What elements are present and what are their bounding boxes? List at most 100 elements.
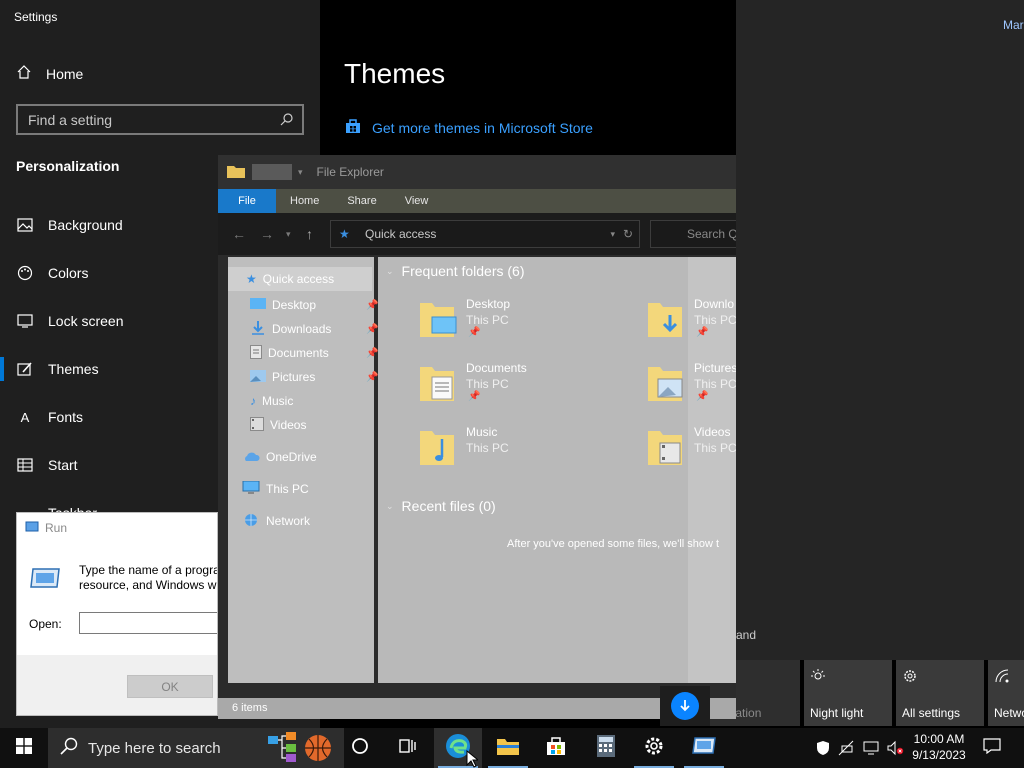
ribbon-tab-view[interactable]: View [391, 189, 443, 213]
notifications-button[interactable] [978, 728, 1006, 768]
nav-desktop[interactable]: Desktop 📌 [250, 295, 378, 315]
taskbar-clock[interactable]: 10:00 AM 9/13/2023 [908, 731, 970, 763]
nav-onedrive[interactable]: OneDrive [242, 447, 317, 467]
explorer-search-box[interactable]: Search Q [650, 220, 736, 248]
music-folder-icon [418, 425, 458, 469]
music-note-icon: ♪ [250, 394, 256, 408]
nav-item-colors[interactable]: Colors [16, 261, 88, 285]
folder-videos[interactable]: Videos This PC [646, 425, 736, 481]
task-view-button[interactable] [384, 728, 432, 768]
address-text: Quick access [365, 227, 437, 241]
settings-window-title: Settings [14, 10, 58, 24]
taskbar-edge[interactable] [434, 728, 482, 768]
tile-night-light[interactable]: Night light [804, 660, 892, 726]
store-themes-link[interactable]: Get more themes in Microsoft Store [344, 117, 593, 138]
nav-label: Quick access [262, 272, 335, 286]
taskbar-file-explorer[interactable] [484, 728, 532, 768]
cortana-button[interactable] [336, 728, 384, 768]
chevron-down-icon[interactable]: ▾ [298, 167, 303, 178]
run-description: Type the name of a progra resource, and … [79, 563, 217, 593]
taskbar-calculator[interactable] [582, 728, 630, 768]
run-open-input[interactable] [79, 612, 217, 634]
download-button[interactable] [660, 686, 710, 726]
home-icon [16, 64, 32, 83]
nav-network[interactable]: Network [242, 511, 310, 531]
recent-files-header[interactable]: ⌄ Recent files (0) [386, 498, 496, 514]
documents-folder-icon [418, 361, 458, 405]
quick-access-toolbar-icon[interactable] [252, 164, 292, 180]
pin-icon: 📌 [468, 391, 481, 402]
folder-downloads[interactable]: Downlo This PC 📌 [646, 297, 736, 353]
nav-item-themes[interactable]: Themes [16, 357, 99, 381]
chevron-down-icon: ⌄ [386, 265, 394, 276]
nav-documents[interactable]: Documents 📌 [250, 343, 378, 363]
tile-all-settings[interactable]: All settings [896, 660, 984, 726]
recent-files-empty-note: After you've opened some files, we'll sh… [507, 538, 720, 550]
home-label: Home [46, 65, 84, 82]
calculator-icon [596, 734, 616, 763]
chevron-down-icon[interactable]: ▾ [610, 221, 615, 247]
ribbon-tab-share[interactable]: Share [333, 189, 390, 213]
nav-label: Downloads [272, 322, 332, 336]
frequent-folders-header[interactable]: ⌄ Frequent folders (6) [386, 263, 525, 279]
refresh-icon[interactable]: ↻ [623, 221, 633, 247]
settings-home-link[interactable]: Home [16, 64, 83, 83]
nav-music[interactable]: ♪ Music [250, 391, 293, 411]
start-button[interactable] [0, 728, 48, 768]
chevron-down-icon[interactable]: ▾ [286, 229, 291, 240]
taskbar-search-box[interactable]: Type here to search [48, 728, 344, 768]
nav-item-lock-screen[interactable]: Lock screen [16, 309, 123, 333]
basketball-icon[interactable] [304, 734, 332, 766]
up-arrow-icon[interactable]: ↑ [306, 226, 313, 242]
pin-icon: 📌 [696, 391, 709, 402]
find-setting-input[interactable] [18, 106, 302, 133]
nav-item-label: Themes [48, 361, 99, 377]
security-tray-icon[interactable] [812, 728, 834, 768]
personalization-heading: Personalization [16, 158, 120, 174]
nav-downloads[interactable]: Downloads 📌 [250, 319, 378, 339]
folder-documents[interactable]: Documents This PC 📌 [418, 361, 638, 417]
folder-icon [496, 736, 520, 761]
back-arrow-icon[interactable]: ← [232, 226, 246, 242]
ribbon-tab-home[interactable]: Home [276, 189, 333, 213]
run-titlebar[interactable]: Run [17, 513, 217, 543]
tile-network[interactable]: Netwo [988, 660, 1024, 726]
nav-label: Pictures [272, 370, 316, 384]
nav-item-fonts[interactable]: A Fonts [16, 405, 83, 429]
find-setting-search[interactable] [16, 104, 304, 135]
folder-desktop[interactable]: Desktop This PC 📌 [418, 297, 638, 353]
explorer-title: File Explorer [316, 165, 384, 179]
nav-this-pc[interactable]: This PC [242, 479, 309, 499]
taskbar-run[interactable] [680, 728, 728, 768]
nav-item-background[interactable]: Background [16, 213, 123, 237]
ribbon-tab-file[interactable]: File [218, 189, 276, 213]
folder-pictures[interactable]: Pictures This PC 📌 [646, 361, 736, 417]
star-icon: ★ [246, 272, 257, 286]
taskbar-settings[interactable] [630, 728, 678, 768]
page-title: Themes [344, 58, 446, 89]
nav-item-start[interactable]: Start [16, 453, 78, 477]
nav-videos[interactable]: Videos [250, 415, 306, 435]
group-title: Frequent folders (6) [401, 263, 525, 279]
network-tray-icon[interactable] [836, 728, 858, 768]
nav-quick-access[interactable]: ★ Quick access [246, 269, 334, 289]
nav-pictures[interactable]: Pictures 📌 [250, 367, 378, 387]
taskbar-store[interactable] [532, 728, 580, 768]
explorer-ribbon: File Home Share View [218, 189, 736, 213]
explorer-titlebar[interactable]: ▾ File Explorer [218, 155, 736, 189]
desktop-icon [250, 297, 266, 313]
diagram-app-icon[interactable] [266, 730, 300, 768]
forward-arrow-icon[interactable]: → [260, 226, 274, 242]
folder-location: This PC [694, 377, 736, 391]
user-label[interactable]: Mar [1003, 18, 1024, 32]
folder-location: This PC [466, 377, 509, 391]
run-body: Type the name of a progra resource, and … [17, 543, 217, 655]
nav-label: OneDrive [266, 450, 317, 464]
video-icon [250, 416, 264, 434]
explorer-content-pane: ⌄ Frequent folders (6) Desktop This PC 📌… [378, 257, 736, 683]
volume-muted-icon[interactable] [884, 728, 906, 768]
folder-music[interactable]: Music This PC [418, 425, 638, 481]
run-ok-button[interactable]: OK [127, 675, 213, 698]
address-box[interactable]: Quick access ★ ▾ ↻ [330, 220, 640, 248]
display-tray-icon[interactable] [860, 728, 882, 768]
